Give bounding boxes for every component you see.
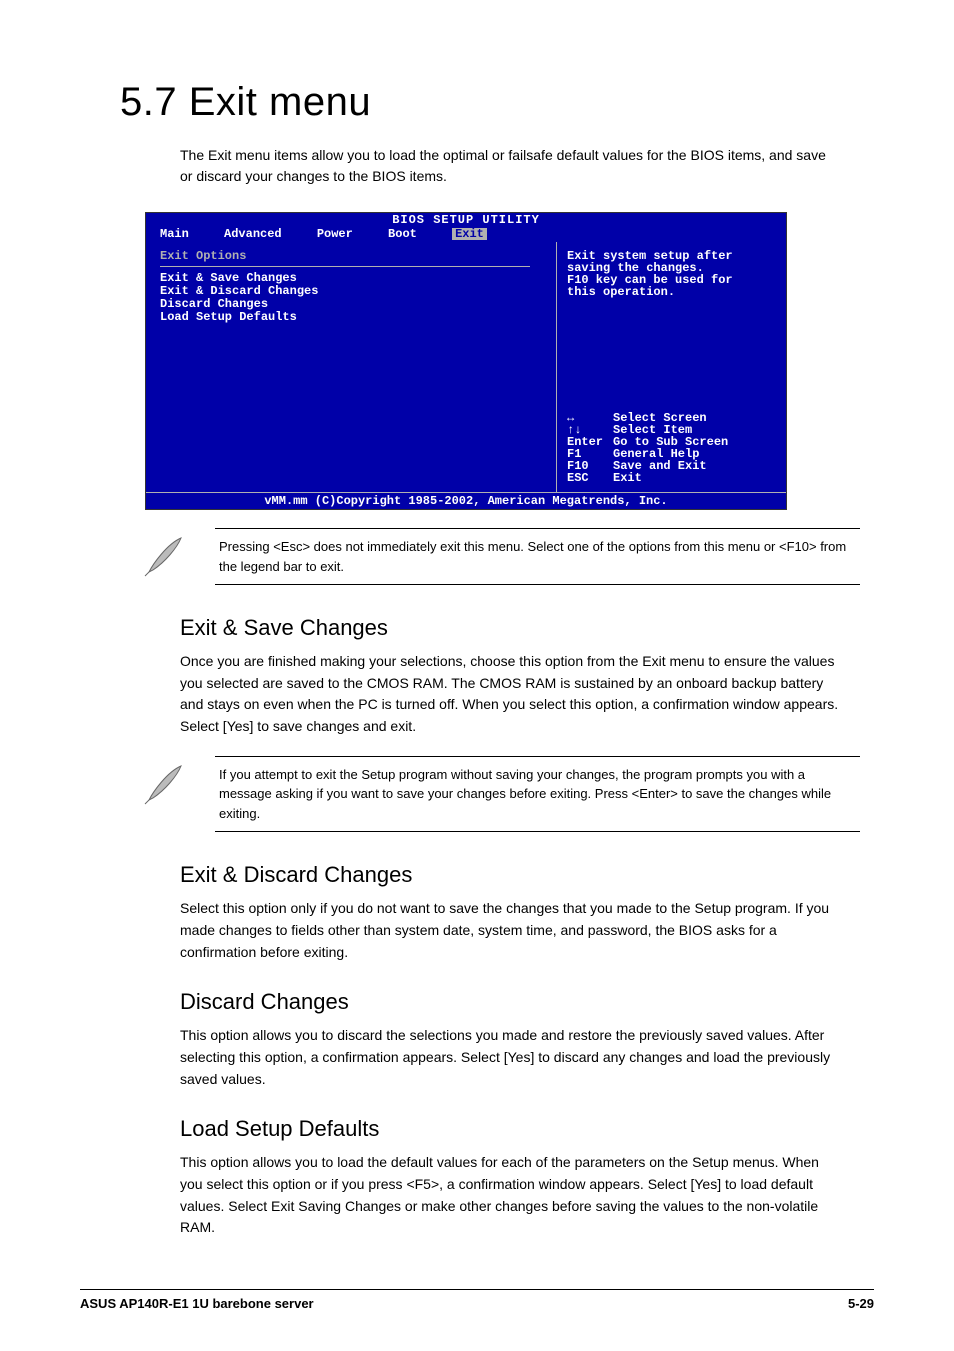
help-line: this operation. (567, 286, 778, 298)
page-footer: ASUS AP140R-E1 1U barebone server 5-29 (80, 1289, 874, 1311)
bios-tab-advanced: Advanced (224, 228, 282, 240)
bios-divider (160, 266, 530, 267)
subheading-defaults: Load Setup Defaults (180, 1116, 874, 1142)
section-heading: 5.7 Exit menu (120, 80, 874, 125)
bios-key-legend: ↔Select Screen ↑↓Select Item EnterGo to … (567, 412, 778, 484)
quill-pen-icon (143, 762, 187, 806)
bios-right-panel: Exit system setup after saving the chang… (556, 242, 786, 492)
bios-copyright-footer: vMM.mm (C)Copyright 1985-2002, American … (146, 492, 786, 509)
note-block-1: Pressing <Esc> does not immediately exit… (215, 528, 860, 585)
bios-tab-power: Power (317, 228, 353, 240)
bios-tabs: Main Advanced Power Boot Exit (146, 227, 786, 242)
intro-paragraph: The Exit menu items allow you to load th… (180, 145, 840, 187)
bios-item-discard: Discard Changes (160, 298, 546, 310)
bios-tab-main: Main (160, 228, 189, 240)
note-text-1: Pressing <Esc> does not immediately exit… (215, 529, 860, 584)
bios-help-text: Exit system setup after saving the chang… (567, 250, 778, 298)
bios-item-discard-exit: Exit & Discard Changes (160, 285, 546, 297)
paragraph-exit-discard: Select this option only if you do not wa… (180, 898, 840, 963)
key: ESC (567, 472, 613, 484)
key-desc: Exit (613, 472, 642, 484)
paragraph-exit-save: Once you are finished making your select… (180, 651, 840, 738)
quill-pen-icon (143, 534, 187, 578)
bios-left-panel: Exit Options Exit & Save Changes Exit & … (146, 242, 556, 492)
note-block-2: If you attempt to exit the Setup program… (215, 756, 860, 833)
bios-tab-exit-selected: Exit (452, 228, 487, 240)
bios-item-defaults: Load Setup Defaults (160, 311, 546, 323)
subheading-exit-discard: Exit & Discard Changes (180, 862, 874, 888)
footer-product-ref: ASUS AP140R-E1 1U barebone server (80, 1296, 314, 1311)
bios-item-save: Exit & Save Changes (160, 272, 546, 284)
paragraph-defaults: This option allows you to load the defau… (180, 1152, 840, 1239)
note-text-2: If you attempt to exit the Setup program… (215, 757, 860, 832)
bios-tab-boot: Boot (388, 228, 417, 240)
bios-title: BIOS SETUP UTILITY (146, 213, 786, 227)
bios-screenshot: BIOS SETUP UTILITY Main Advanced Power B… (145, 212, 787, 510)
bios-options-header: Exit Options (160, 250, 546, 262)
paragraph-discard: This option allows you to discard the se… (180, 1025, 840, 1090)
subheading-discard: Discard Changes (180, 989, 874, 1015)
subheading-exit-save: Exit & Save Changes (180, 615, 874, 641)
footer-page-number: 5-29 (848, 1296, 874, 1311)
